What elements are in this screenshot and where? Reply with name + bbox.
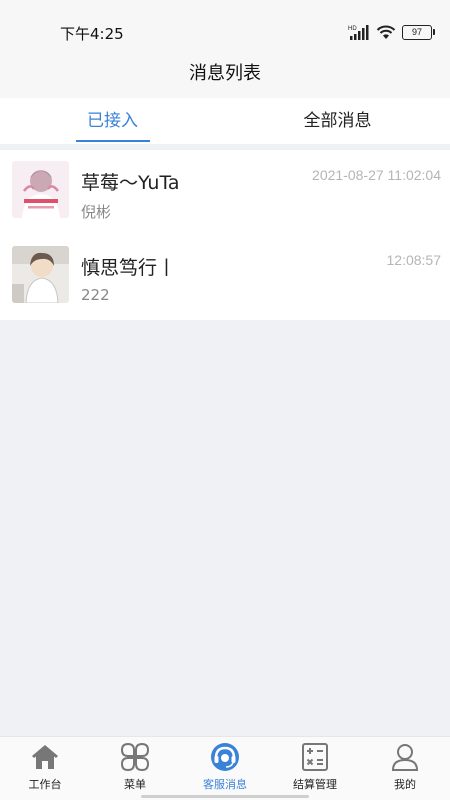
tab-all-messages[interactable]: 全部消息 bbox=[225, 98, 450, 144]
status-icons: HD 97 bbox=[348, 22, 435, 42]
avatar bbox=[12, 161, 69, 218]
message-list: 草莓～YuTa 倪彬 2021-08-27 11:02:04 慎思笃行丨 222… bbox=[0, 150, 450, 320]
nav-customer-service[interactable]: 客服消息 bbox=[180, 737, 270, 800]
nav-menu[interactable]: 菜单 bbox=[90, 737, 180, 800]
message-preview: 222 bbox=[81, 286, 110, 304]
message-item[interactable]: 草莓～YuTa 倪彬 2021-08-27 11:02:04 bbox=[0, 150, 450, 235]
customer-service-icon bbox=[211, 743, 239, 771]
nav-profile[interactable]: 我的 bbox=[360, 737, 450, 800]
page-header: 消息列表 bbox=[0, 52, 450, 98]
avatar bbox=[12, 246, 69, 303]
nav-label: 工作台 bbox=[28, 778, 62, 791]
menu-grid-icon bbox=[120, 742, 150, 772]
bottom-nav: 工作台 菜单 客服消息 结算管理 我的 bbox=[0, 736, 450, 800]
battery-icon: 97 bbox=[402, 24, 435, 40]
nav-label: 菜单 bbox=[124, 778, 146, 791]
nav-workbench[interactable]: 工作台 bbox=[0, 737, 90, 800]
message-time: 2021-08-27 11:02:04 bbox=[312, 167, 441, 183]
svg-text:HD: HD bbox=[348, 26, 357, 32]
nav-label: 客服消息 bbox=[203, 778, 247, 791]
user-icon bbox=[391, 744, 419, 771]
message-item[interactable]: 慎思笃行丨 222 12:08:57 bbox=[0, 235, 450, 320]
hd-signal-icon: HD bbox=[348, 25, 369, 40]
nav-label: 结算管理 bbox=[293, 778, 337, 791]
contact-name: 慎思笃行丨 bbox=[81, 257, 177, 279]
status-time: 下午4:25 bbox=[60, 25, 124, 43]
home-indicator[interactable] bbox=[141, 795, 309, 798]
nav-settlement[interactable]: 结算管理 bbox=[270, 737, 360, 800]
calculator-icon bbox=[302, 743, 328, 771]
tab-connected[interactable]: 已接入 bbox=[0, 98, 225, 144]
home-icon bbox=[32, 745, 58, 769]
contact-name: 草莓～YuTa bbox=[81, 172, 180, 194]
status-bar: 下午4:25 HD 97 bbox=[0, 0, 450, 52]
nav-label: 我的 bbox=[394, 778, 416, 791]
message-time: 12:08:57 bbox=[386, 252, 442, 268]
wifi-icon bbox=[376, 25, 396, 39]
page-title: 消息列表 bbox=[189, 63, 261, 84]
message-preview: 倪彬 bbox=[81, 203, 112, 221]
message-tabs: 已接入 全部消息 bbox=[0, 98, 450, 144]
